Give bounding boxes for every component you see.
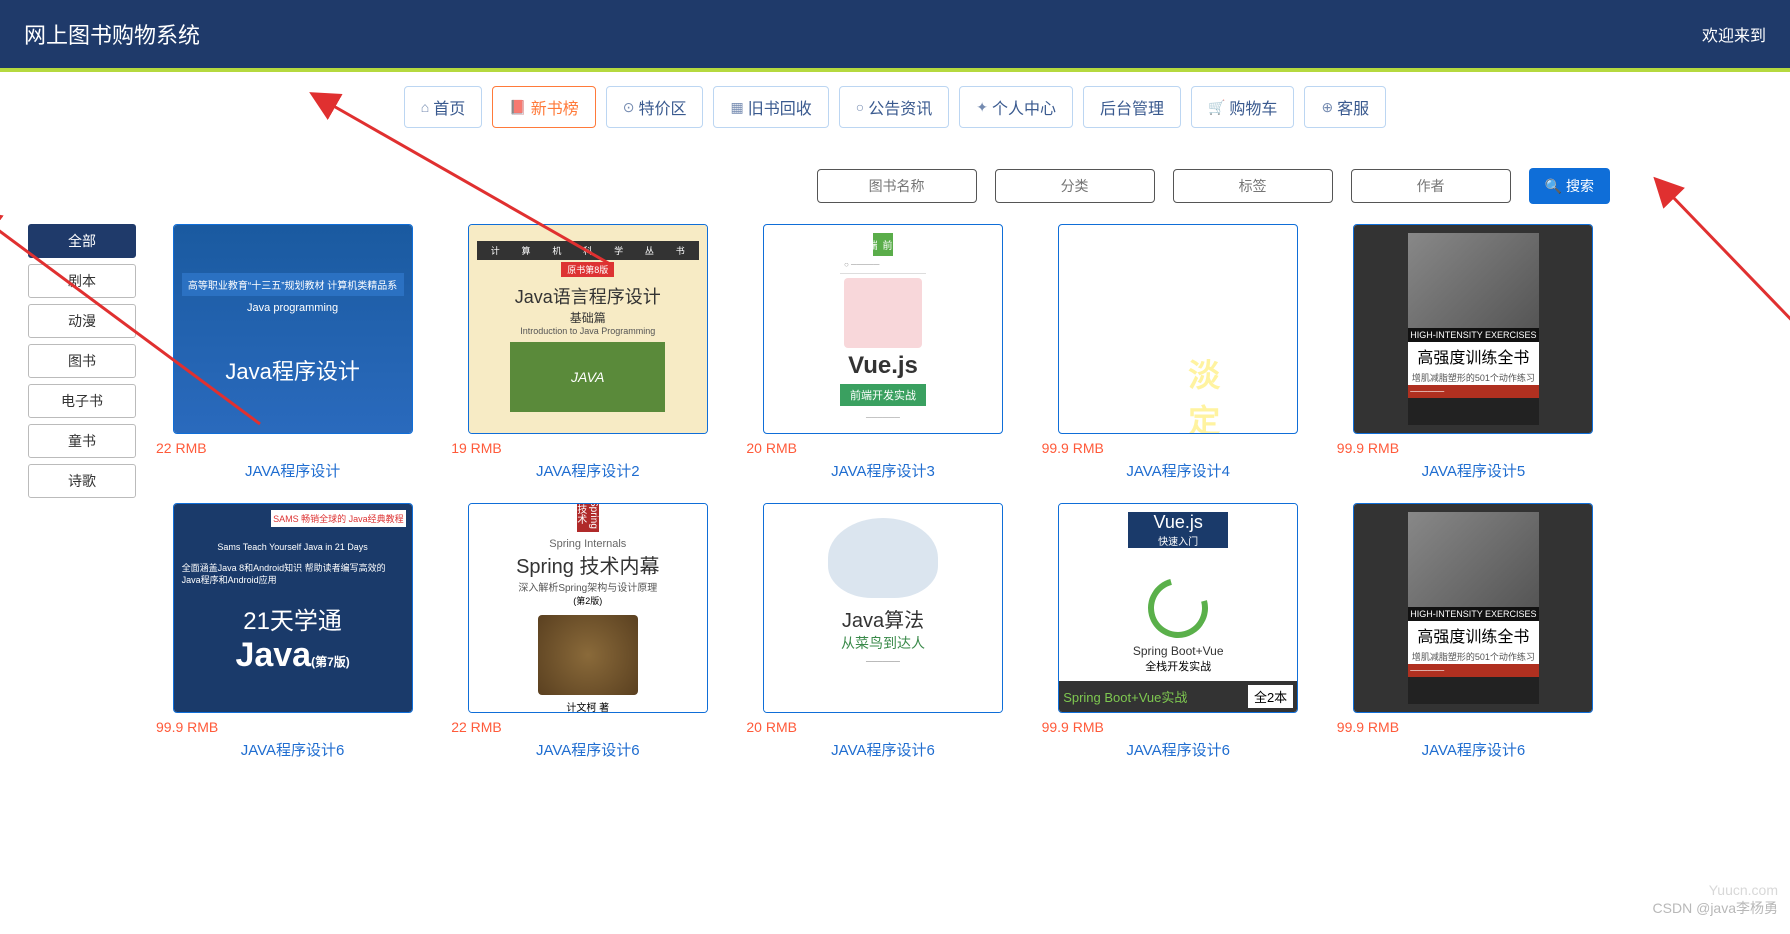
nav-user-center[interactable]: ✦个人中心 [959,86,1073,128]
book-price: 22 RMB [451,719,502,735]
book-card: Spring 技术内幕Spring InternalsSpring 技术内幕深入… [451,503,724,760]
watermark: Yuucn.com [1709,882,1778,898]
recycle-icon: ▦ [730,99,743,116]
search-icon: 🔍 [1545,178,1562,195]
service-icon: ⊕ [1321,99,1333,116]
book-name-input[interactable] [817,169,977,203]
book-price: 99.9 RMB [1042,440,1104,456]
book-title[interactable]: JAVA程序设计2 [536,460,640,481]
nav-new-books[interactable]: 📕新书榜 [492,86,595,128]
book-card: Java算法从菜鸟到达人────── 20 RMB JAVA程序设计6 [746,503,1019,760]
book-cover[interactable]: 有一种人生叫淡定 [1058,224,1298,434]
cat-books[interactable]: 图书 [28,344,136,378]
cat-all[interactable]: 全部 [28,224,136,258]
target-icon: ⊙ [623,99,635,116]
book-cover[interactable]: 前端开发实战○ ─────Vue.js前端开发实战────── [763,224,1003,434]
header: 网上图书购物系统 欢迎来到 [0,0,1790,68]
book-title[interactable]: JAVA程序设计6 [1422,739,1526,760]
book-cover[interactable]: 高等职业教育“十三五”规划教材 计算机类精品系Java programmingJ… [173,224,413,434]
book-card: 高等职业教育“十三五”规划教材 计算机类精品系Java programmingJ… [156,224,429,481]
book-title[interactable]: JAVA程序设计6 [831,739,935,760]
cat-ebooks[interactable]: 电子书 [28,384,136,418]
book-card: SAMS 畅销全球的 Java经典教程Sams Teach Yourself J… [156,503,429,760]
nav-admin[interactable]: 后台管理 [1083,86,1181,128]
book-card: 前端开发实战○ ─────Vue.js前端开发实战────── 20 RMB J… [746,224,1019,481]
book-price: 19 RMB [451,440,502,456]
book-title[interactable]: JAVA程序设计3 [831,460,935,481]
main-nav: ⌂首页 📕新书榜 ⊙特价区 ▦旧书回收 ○公告资讯 ✦个人中心 后台管理 🛒购物… [0,72,1790,168]
book-card: HIGH-INTENSITY EXERCISES高强度训练全书增肌减脂塑形的50… [1337,224,1610,481]
filter-bar: 🔍 搜索 [0,168,1790,224]
book-cover[interactable]: SAMS 畅销全球的 Java经典教程Sams Teach Yourself J… [173,503,413,713]
search-button[interactable]: 🔍 搜索 [1529,168,1610,204]
cat-poetry[interactable]: 诗歌 [28,464,136,498]
site-title: 网上图书购物系统 [24,18,200,50]
news-icon: ○ [856,99,864,115]
tag-input[interactable] [1173,169,1333,203]
nav-home[interactable]: ⌂首页 [404,86,482,128]
book-cover[interactable]: 计算机科学丛书原书第8版Java语言程序设计基础篇Introduction to… [468,224,708,434]
book-price: 20 RMB [746,440,797,456]
book-cover[interactable]: Vue.js快速入门Spring Boot+Vue全栈开发实战Spring Bo… [1058,503,1298,713]
cat-script[interactable]: 剧本 [28,264,136,298]
category-input[interactable] [995,169,1155,203]
book-title[interactable]: JAVA程序设计5 [1422,460,1526,481]
category-sidebar: 全部 剧本 动漫 图书 电子书 童书 诗歌 [28,224,136,760]
nav-service[interactable]: ⊕客服 [1304,86,1386,128]
home-icon: ⌂ [421,99,429,115]
nav-deals[interactable]: ⊙特价区 [606,86,704,128]
book-title[interactable]: JAVA程序设计 [245,460,340,481]
cat-children[interactable]: 童书 [28,424,136,458]
book-title[interactable]: JAVA程序设计4 [1126,460,1230,481]
nav-news[interactable]: ○公告资讯 [839,86,949,128]
book-card: 有一种人生叫淡定 99.9 RMB JAVA程序设计4 [1042,224,1315,481]
book-price: 99.9 RMB [1042,719,1104,735]
book-price: 99.9 RMB [156,719,218,735]
book-cover[interactable]: Spring 技术内幕Spring InternalsSpring 技术内幕深入… [468,503,708,713]
book-icon: 📕 [509,99,526,116]
book-grid: 高等职业教育“十三五”规划教材 计算机类精品系Java programmingJ… [156,224,1610,760]
cat-anime[interactable]: 动漫 [28,304,136,338]
annotation-arrow [1660,184,1790,487]
book-cover[interactable]: HIGH-INTENSITY EXERCISES高强度训练全书增肌减脂塑形的50… [1353,503,1593,713]
nav-recycle[interactable]: ▦旧书回收 [713,86,828,128]
nav-cart[interactable]: 🛒购物车 [1191,86,1294,128]
book-price: 99.9 RMB [1337,440,1399,456]
book-card: 计算机科学丛书原书第8版Java语言程序设计基础篇Introduction to… [451,224,724,481]
book-cover[interactable]: Java算法从菜鸟到达人────── [763,503,1003,713]
welcome-text: 欢迎来到 [1702,22,1766,46]
cart-icon: 🛒 [1208,99,1225,116]
book-card: Vue.js快速入门Spring Boot+Vue全栈开发实战Spring Bo… [1042,503,1315,760]
book-price: 99.9 RMB [1337,719,1399,735]
book-title[interactable]: JAVA程序设计6 [241,739,345,760]
book-title[interactable]: JAVA程序设计6 [536,739,640,760]
book-card: HIGH-INTENSITY EXERCISES高强度训练全书增肌减脂塑形的50… [1337,503,1610,760]
user-icon: ✦ [976,99,988,116]
book-price: 20 RMB [746,719,797,735]
watermark: CSDN @java李杨勇 [1653,898,1778,918]
book-cover[interactable]: HIGH-INTENSITY EXERCISES高强度训练全书增肌减脂塑形的50… [1353,224,1593,434]
book-title[interactable]: JAVA程序设计6 [1126,739,1230,760]
main-content: 全部 剧本 动漫 图书 电子书 童书 诗歌 高等职业教育“十三五”规划教材 计算… [0,224,1790,760]
author-input[interactable] [1351,169,1511,203]
book-price: 22 RMB [156,440,207,456]
